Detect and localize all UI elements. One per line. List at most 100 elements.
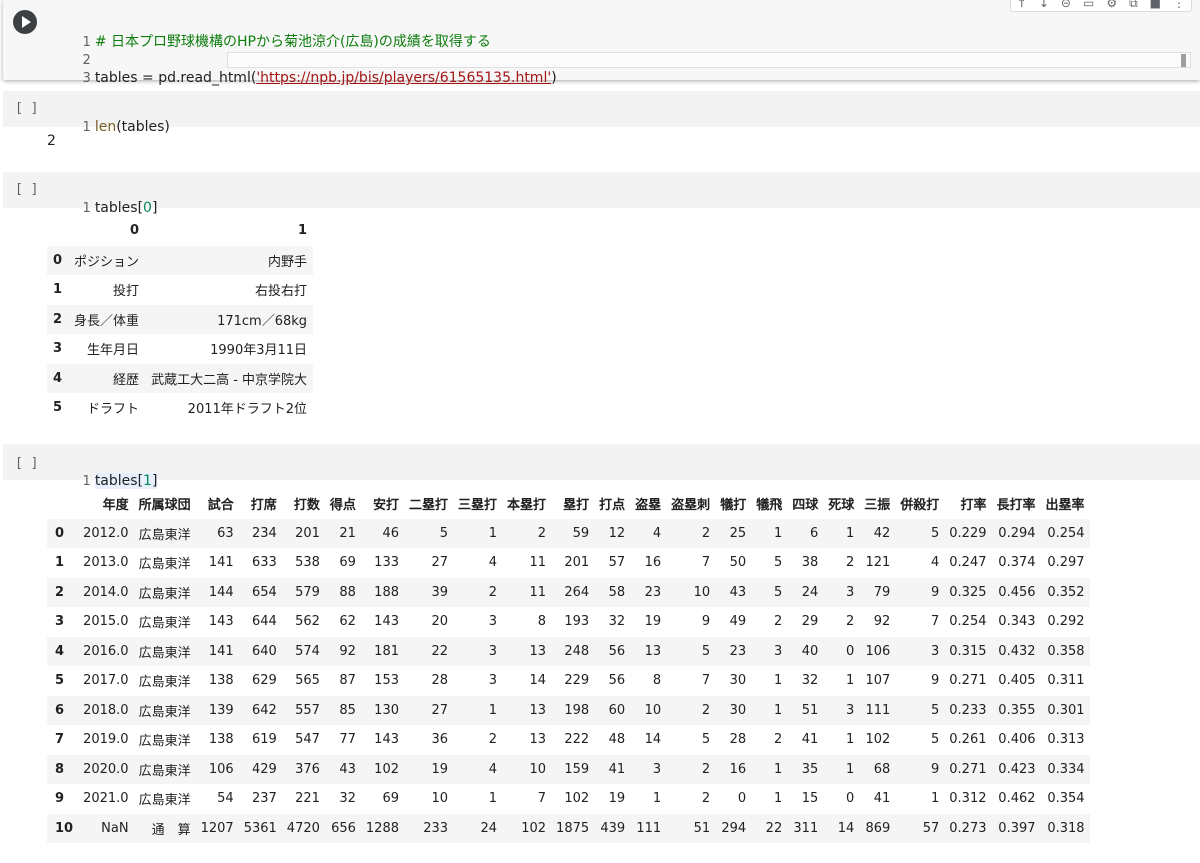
- table-cell: 439: [600, 820, 626, 836]
- table-cell: 13: [644, 643, 662, 659]
- table-cell: 619: [251, 732, 277, 748]
- table-cell: 3: [488, 673, 498, 689]
- table-cell: 23: [729, 643, 747, 659]
- more-icon[interactable]: ⋮: [1173, 0, 1185, 10]
- table-cell: 121: [865, 555, 891, 571]
- horizontal-scrollbar[interactable]: [227, 52, 1191, 68]
- table-cell: 88: [339, 584, 356, 600]
- table-cell: 2: [701, 791, 711, 807]
- code-cell-4[interactable]: [ ] 1 tables[1]: [3, 444, 1200, 489]
- table-header-row: 0 1: [47, 216, 313, 246]
- table-cell: 0.315: [949, 643, 987, 659]
- table-cell: 222: [564, 732, 590, 748]
- code-line-2[interactable]: 2: [59, 32, 95, 68]
- cell-toolbar: ↑ ↓ ⊝ ▭ ⚙ ⧉ ■ ⋮: [1009, 0, 1192, 12]
- table-cell: 広島東洋: [138, 586, 191, 602]
- table-cell: 3: [931, 643, 940, 659]
- table-cell: 51: [693, 820, 711, 836]
- table-cell: 1: [773, 525, 783, 541]
- table-cell: 3: [845, 702, 855, 718]
- table-cell: 49: [729, 614, 747, 630]
- table-row: 4 経歴 武蔵工大二高 - 中京学院大: [47, 363, 314, 393]
- move-down-icon[interactable]: ↓: [1039, 0, 1049, 10]
- table-cell: 4: [652, 525, 662, 541]
- table-cell: 2019.0: [83, 732, 129, 748]
- table-cell: 22: [765, 820, 783, 836]
- mirror-icon[interactable]: ⧉: [1129, 0, 1138, 10]
- column-header: 犠打: [720, 498, 747, 514]
- table-cell: 投打: [113, 284, 140, 300]
- table-cell: NaN: [101, 820, 129, 836]
- table-cell: 557: [295, 702, 320, 718]
- table-row: 3 2015.0 広島東洋 143 644 562 62 143 20 3 8 193 32 19 9 49 2…: [47, 607, 1090, 637]
- table-cell: 7: [931, 614, 940, 630]
- table-cell: 2: [701, 761, 711, 777]
- table-cell: 4: [931, 555, 940, 571]
- table-cell: 2016.0: [83, 643, 129, 659]
- table-cell: 233: [423, 820, 449, 836]
- execution-count: [ ]: [15, 101, 39, 116]
- table-cell: 2013.0: [83, 555, 129, 571]
- link-icon[interactable]: ⊝: [1061, 0, 1071, 10]
- table-cell: 60: [608, 702, 626, 718]
- column-header: 長打率: [996, 498, 1036, 514]
- table-cell: 106: [865, 643, 891, 659]
- table-cell: 広島東洋: [138, 763, 191, 779]
- move-up-icon[interactable]: ↑: [1017, 0, 1027, 10]
- table-cell: 248: [564, 643, 590, 659]
- table-cell: 0.397: [998, 820, 1036, 836]
- table-row: 2 2014.0 広島東洋 144 654 579 88 188 39 2 11 264 58 23 10 4…: [47, 577, 1090, 607]
- table-cell: 5: [931, 732, 940, 748]
- table-cell: 27: [431, 702, 449, 718]
- table-cell: 579: [295, 584, 320, 600]
- run-cell-button[interactable]: [13, 10, 37, 34]
- column-header: 本塁打: [507, 498, 547, 514]
- table-cell: 0.352: [1047, 584, 1085, 600]
- table-cell: 46: [382, 525, 399, 541]
- row-index: 4: [53, 370, 63, 386]
- table-row: 8 2020.0 広島東洋 106 429 376 43 102 19 4 10 159 41 3 2 16 1…: [47, 754, 1090, 784]
- table-cell: 92: [873, 614, 891, 630]
- code-cell-3[interactable]: [ ] 1 tables[0]: [3, 172, 1200, 216]
- table-cell: 0.423: [998, 761, 1036, 777]
- table-cell: 0.233: [949, 702, 987, 718]
- table-cell: 14: [837, 820, 855, 836]
- table-cell: 2: [773, 732, 783, 748]
- table-row: 3 生年月日 1990年3月11日: [47, 334, 313, 364]
- table-cell: 8: [652, 673, 662, 689]
- code-text: (tables): [116, 119, 170, 135]
- row-index: 1: [53, 282, 63, 298]
- table-cell: 35: [801, 761, 819, 777]
- settings-icon[interactable]: ⚙: [1106, 0, 1117, 10]
- table-cell: 広島東洋: [138, 616, 191, 632]
- table-cell: 10: [529, 761, 547, 777]
- table-cell: 32: [801, 673, 819, 689]
- code-line-1[interactable]: 1 # 日本プロ野球機構のHPから菊池涼介(広島)の成績を取得する: [59, 14, 491, 50]
- table-cell: 153: [374, 673, 399, 689]
- table-cell: 0.292: [1047, 614, 1085, 630]
- table-row: 2 身長／体重 171cm／68kg: [47, 304, 314, 334]
- table-cell: 13: [529, 732, 547, 748]
- table-cell: 0.313: [1047, 732, 1085, 748]
- column-header: 打数: [293, 498, 320, 514]
- table-cell: 38: [801, 555, 819, 571]
- dataframe-table-0: 0 1 0 ポジション 内野手 1 投打 右投右打 2 身長／体重 171cm／68kg 3 生年月…: [47, 216, 314, 423]
- scrollbar-thumb[interactable]: [1181, 54, 1186, 67]
- table-cell: 102: [865, 732, 891, 748]
- comment-icon[interactable]: ▭: [1083, 0, 1094, 10]
- delete-icon[interactable]: ■: [1150, 0, 1161, 10]
- table-cell: 3: [488, 643, 498, 659]
- code-line-1[interactable]: 1 len(tables): [59, 99, 170, 156]
- table-cell: 36: [431, 732, 449, 748]
- table-cell: 7: [701, 555, 711, 571]
- table-cell: 28: [431, 673, 449, 689]
- code-cell-1[interactable]: ↑ ↓ ⊝ ▭ ⚙ ⧉ ■ ⋮ 1 # 日本プロ野球機構のHPから菊池涼介(広島)…: [3, 0, 1200, 86]
- table-cell: 5: [773, 584, 783, 600]
- code-cell-2[interactable]: [ ] 1 len(tables): [3, 91, 1200, 135]
- table-cell: 376: [295, 761, 320, 777]
- table-cell: 30: [729, 673, 747, 689]
- table-cell: 19: [608, 791, 626, 807]
- table-cell: 2: [773, 614, 783, 630]
- table-cell: 広島東洋: [138, 704, 191, 720]
- table-cell: 62: [339, 614, 356, 630]
